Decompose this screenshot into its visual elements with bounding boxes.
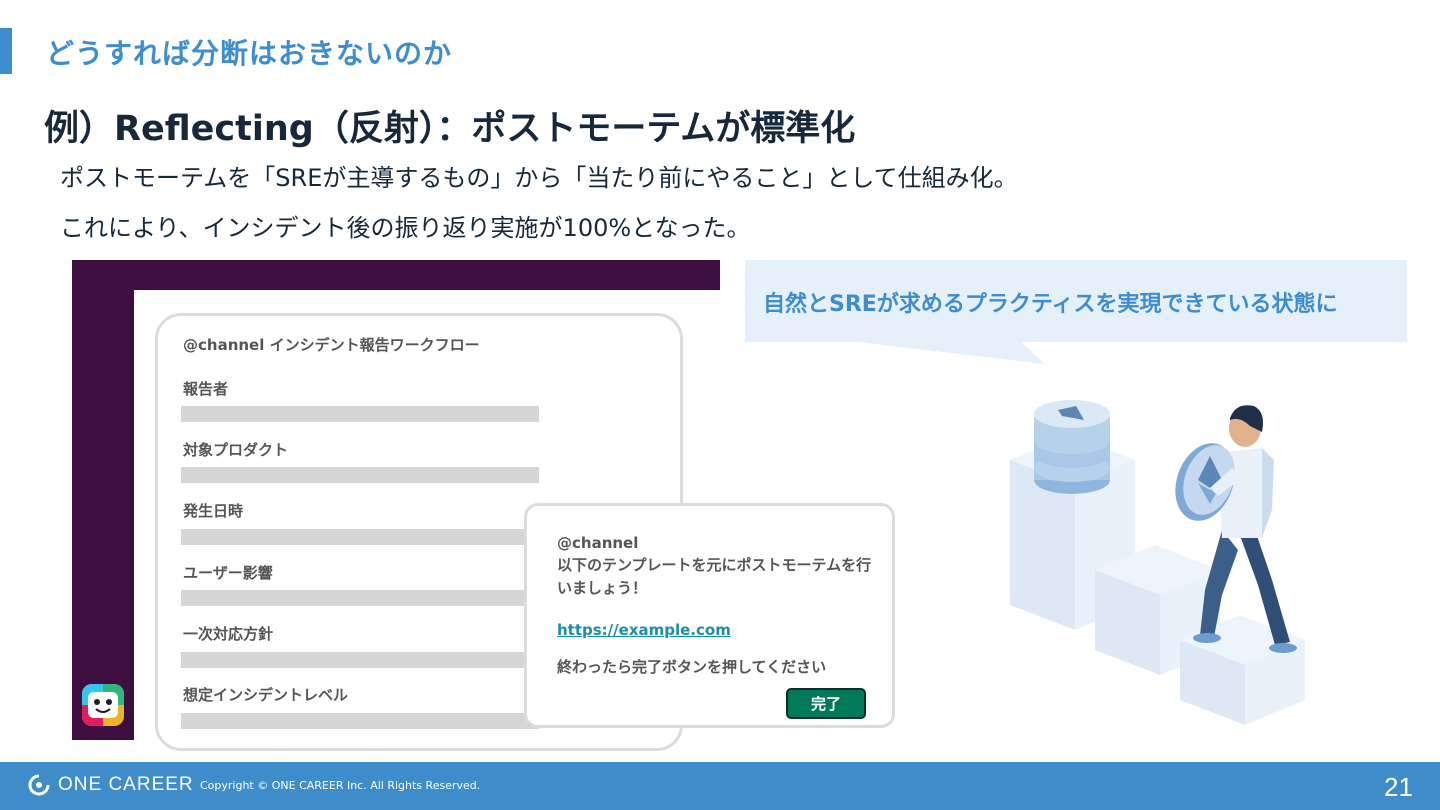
page-number: 21 [1384, 772, 1413, 802]
title-accent-bar [0, 28, 12, 74]
template-link[interactable]: https://example.com [557, 621, 731, 639]
field-label-product: 対象プロダクト [183, 441, 289, 459]
body-text-line-1: ポストモーテムを「SREが主導するもの」から「当たり前にやること」として仕組み化… [60, 164, 1018, 192]
message-body: 以下のテンプレートを元にポストモーテムを行いましょう！ [557, 556, 872, 597]
slack-topbar [72, 260, 720, 290]
one-career-logo-icon [28, 774, 50, 796]
footer-bar: ONE CAREER Copyright © ONE CAREER Inc. A… [0, 762, 1440, 810]
callout-tail [850, 341, 1045, 364]
field-label-datetime: 発生日時 [183, 502, 244, 520]
callout-text: 自然とSREが求めるプラクティスを実現できている状態に [763, 292, 1338, 317]
field-input-incident-level[interactable] [181, 713, 539, 729]
workflow-title: @channel インシデント報告ワークフロー [183, 336, 480, 354]
page-title: 例）Reflecting（反射）：ポストモーテムが標準化 [44, 109, 856, 149]
message-mention: @channel [557, 534, 639, 552]
field-input-product[interactable] [181, 467, 539, 483]
section-title: どうすれば分断はおきないのか [46, 37, 453, 70]
person-with-coin-illustration [1010, 400, 1305, 725]
postmortem-message-card: @channel 以下のテンプレートを元にポストモーテムを行いましょう！ htt… [524, 503, 895, 728]
footer-brand: ONE CAREER [58, 774, 194, 795]
slack-app-icon[interactable] [82, 684, 124, 726]
field-input-reporter[interactable] [181, 406, 539, 422]
done-button[interactable]: 完了 [786, 688, 866, 719]
field-label-reporter: 報告者 [183, 380, 229, 398]
field-input-first-response[interactable] [181, 652, 539, 668]
footer-copyright: Copyright © ONE CAREER Inc. All Rights R… [200, 779, 481, 792]
field-input-user-impact[interactable] [181, 590, 539, 606]
field-label-incident-level: 想定インシデントレベル [183, 686, 349, 704]
message-note: 終わったら完了ボタンを押してください [557, 658, 827, 676]
field-input-datetime[interactable] [181, 529, 539, 545]
footer-logo: ONE CAREER [28, 774, 194, 796]
speech-callout: 自然とSREが求めるプラクティスを実現できている状態に [745, 260, 1407, 342]
field-label-first-response: 一次対応方針 [183, 625, 274, 643]
body-text-line-2: これにより、インシデント後の振り返り実施が100%となった。 [60, 214, 751, 242]
field-label-user-impact: ユーザー影響 [183, 564, 273, 582]
slack-sidebar [72, 260, 134, 740]
